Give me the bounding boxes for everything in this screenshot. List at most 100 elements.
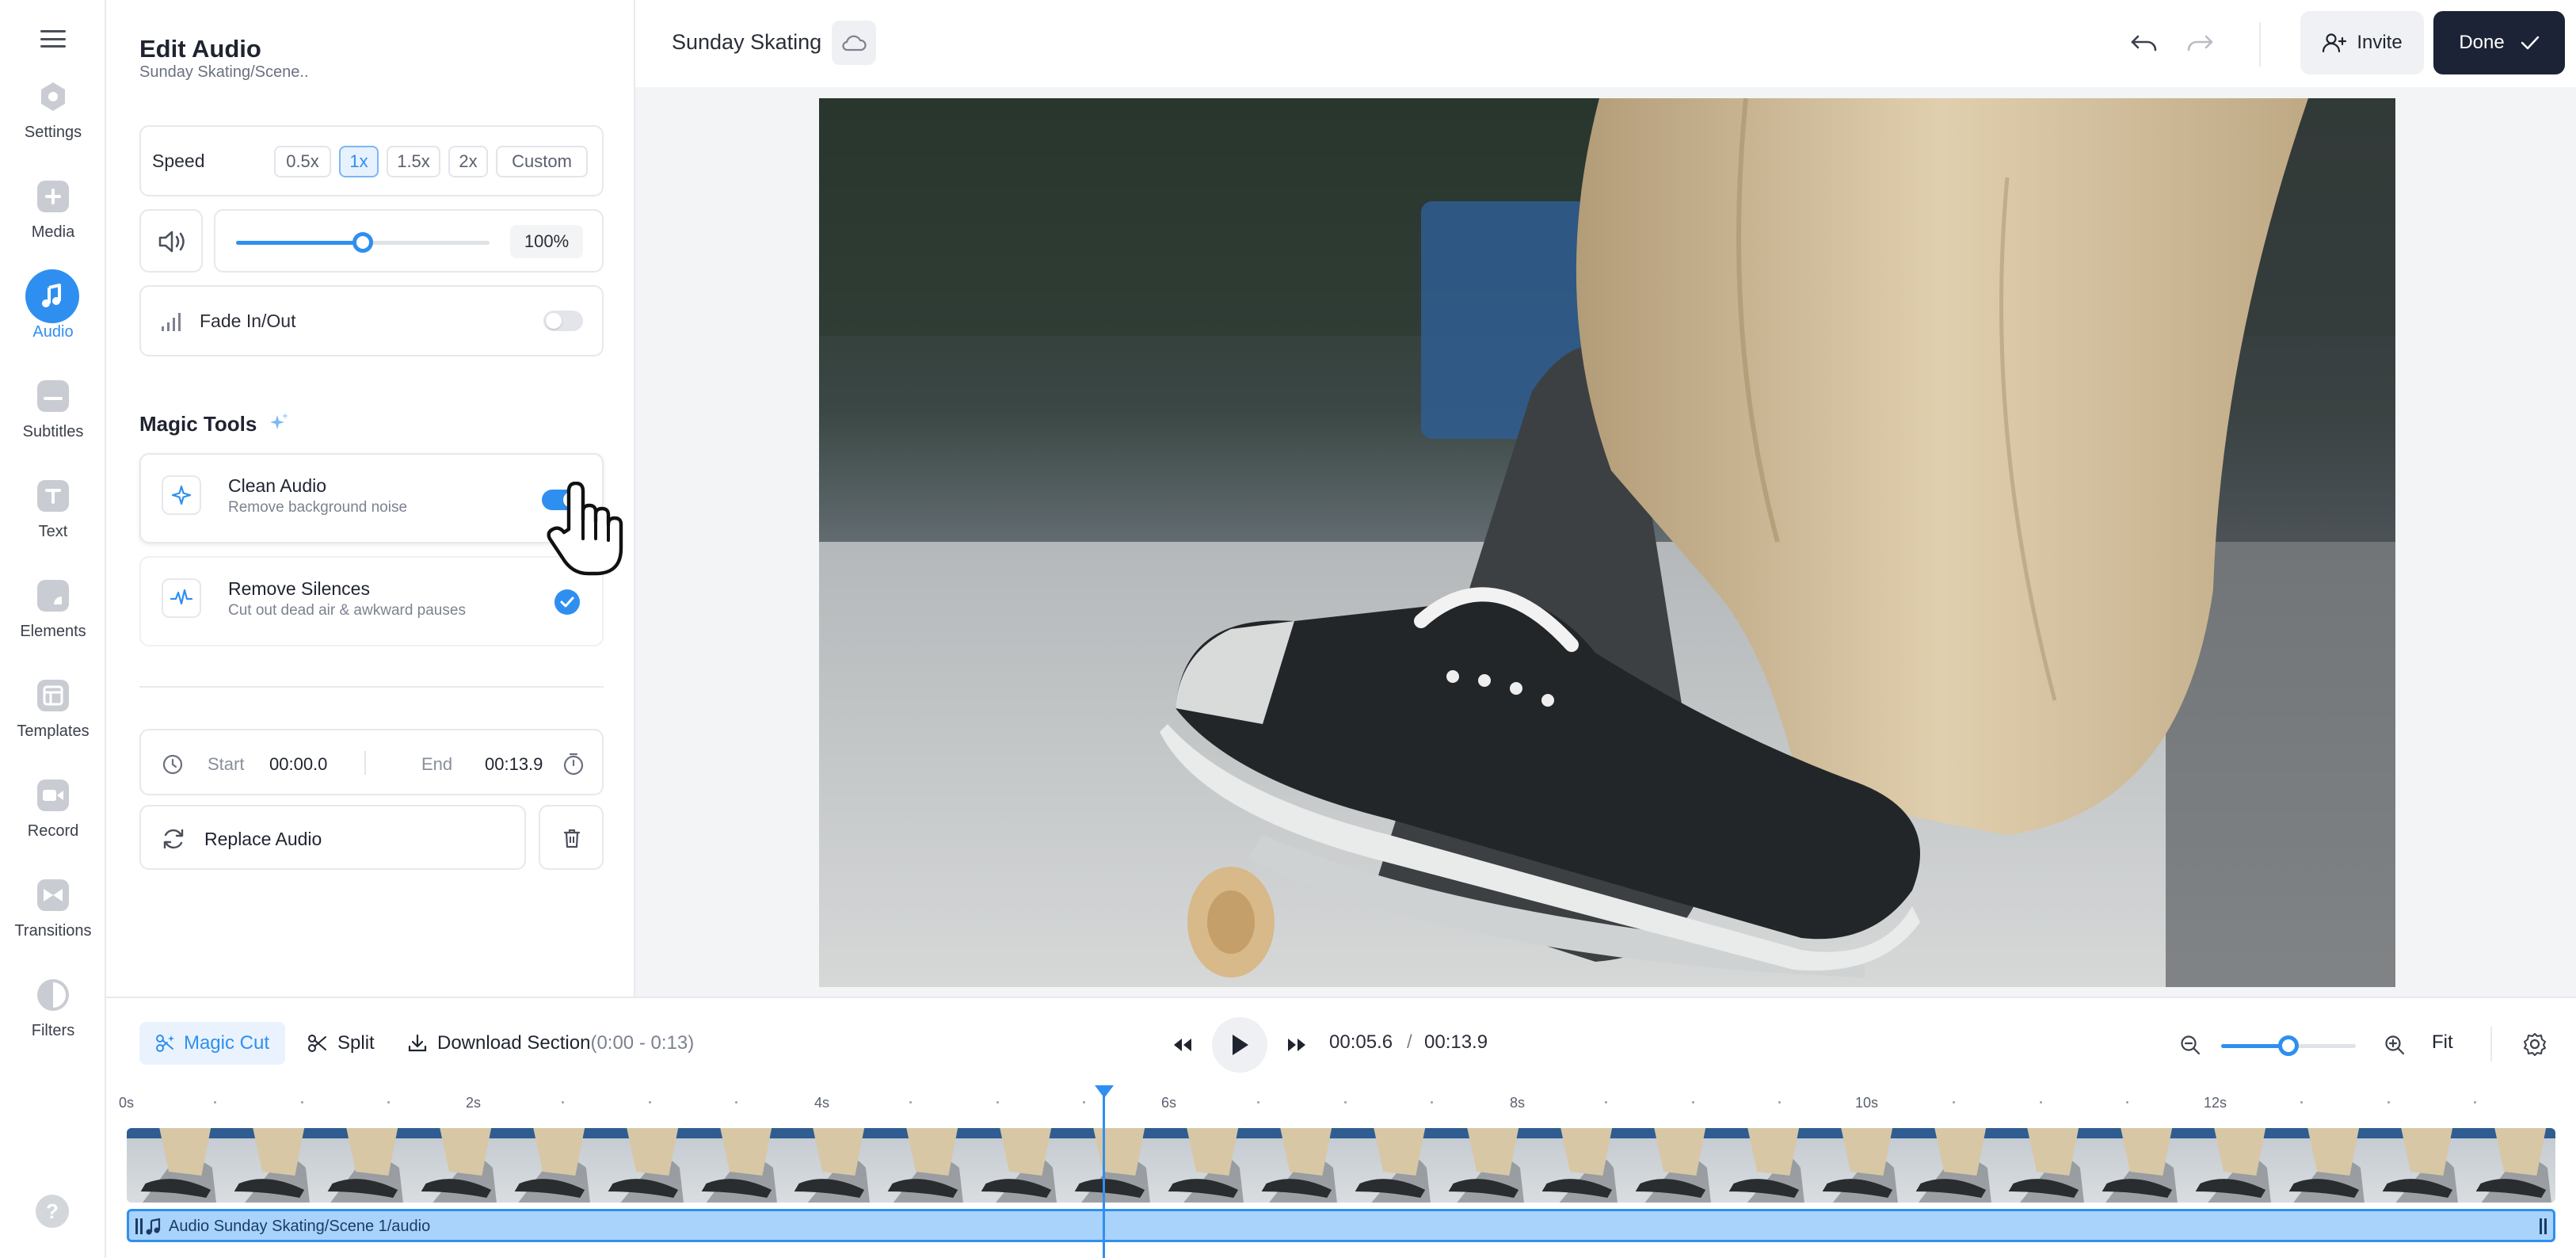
volume-value[interactable]: 100% — [510, 225, 583, 258]
add-user-icon — [2323, 33, 2347, 53]
ruler-tick — [213, 1101, 216, 1104]
volume-slider[interactable] — [236, 232, 490, 253]
play-button[interactable] — [1212, 1017, 1267, 1073]
rail-item-subtitles[interactable]: Subtitles — [0, 377, 106, 464]
speed-option-1-5x[interactable]: 1.5x — [387, 146, 440, 177]
fade-toggle[interactable] — [543, 311, 583, 331]
mute-button[interactable] — [139, 209, 203, 273]
speed-option-custom[interactable]: Custom — [496, 146, 588, 177]
top-bar: Sunday Skating Invite Done — [635, 0, 2576, 87]
start-time-input[interactable]: 00:00.0 — [269, 754, 327, 775]
magic-cut-button[interactable]: Magic Cut — [139, 1022, 285, 1065]
download-section-button[interactable]: Download Section(0:00 - 0:13) — [407, 1022, 694, 1065]
video-thumbnail-frame — [1527, 1128, 1622, 1203]
zoom-slider[interactable] — [2221, 1035, 2356, 1056]
video-thumbnail-frame — [127, 1128, 221, 1203]
split-button[interactable]: Split — [307, 1022, 375, 1065]
ruler-tick — [648, 1101, 651, 1104]
plus-icon — [34, 177, 72, 215]
play-icon — [1233, 1035, 1248, 1055]
tick-label-10s: 10s — [1855, 1095, 1879, 1111]
rewind-icon[interactable] — [1171, 1033, 1195, 1057]
speed-option-1x[interactable]: 1x — [339, 146, 379, 177]
video-thumbnail-frame — [1061, 1128, 1156, 1203]
ruler-tick — [996, 1101, 999, 1104]
undo-icon[interactable] — [2124, 24, 2164, 63]
video-thumbnail-frame — [2088, 1128, 2183, 1203]
left-rail: Settings Media Audio Subtitles Text Elem… — [0, 0, 106, 1258]
zoom-in-icon[interactable] — [2381, 1031, 2408, 1058]
volume-slider-thumb[interactable] — [352, 232, 373, 253]
rail-item-templates[interactable]: Templates — [0, 677, 106, 764]
rail-item-transitions[interactable]: Transitions — [0, 876, 106, 963]
magic-cut-label: Magic Cut — [183, 1032, 270, 1054]
speed-label: Speed — [152, 151, 205, 171]
project-title[interactable]: Sunday Skating — [672, 30, 821, 55]
rail-item-settings[interactable]: Settings — [0, 78, 106, 165]
help-icon[interactable]: ? — [36, 1195, 69, 1228]
ruler-tick — [1691, 1101, 1694, 1104]
video-track[interactable] — [127, 1128, 2555, 1203]
ruler-tick — [1952, 1101, 1955, 1104]
speed-option-2x[interactable]: 2x — [448, 146, 488, 177]
invite-button[interactable]: Invite — [2300, 11, 2424, 74]
speed-card: Speed 0.5x 1x 1.5x 2x Custom — [139, 125, 604, 196]
video-thumbnail-frame — [967, 1128, 1062, 1203]
rail-label: Filters — [31, 1022, 75, 1039]
panel-title: Edit Audio — [139, 35, 261, 63]
video-thumbnail-frame — [2275, 1128, 2370, 1203]
scissors-icon — [308, 1035, 326, 1052]
redo-icon[interactable] — [2180, 24, 2220, 63]
ruler-tick — [2300, 1101, 2303, 1104]
audio-track-handle-icon[interactable] — [2539, 1217, 2548, 1236]
tool-clean-audio[interactable]: Clean Audio Remove background noise — [139, 453, 604, 543]
done-button[interactable]: Done — [2433, 11, 2565, 74]
rail-item-media[interactable]: Media — [0, 177, 106, 265]
rail-label: Media — [31, 223, 75, 241]
fast-forward-icon[interactable] — [1285, 1033, 1309, 1057]
video-thumbnail-frame — [2182, 1128, 2277, 1203]
download-icon — [408, 1034, 427, 1052]
rail-item-text[interactable]: Text — [0, 477, 106, 564]
rail-label: Audio — [32, 323, 74, 341]
audio-track[interactable]: Audio Sunday Skating/Scene 1/audio — [127, 1209, 2555, 1242]
rail-item-record[interactable]: Record — [0, 776, 106, 863]
tick-label-6s: 6s — [1161, 1095, 1177, 1111]
delete-audio-button[interactable] — [539, 805, 604, 870]
text-icon — [34, 477, 72, 515]
video-thumbnail-frame — [1714, 1128, 1809, 1203]
cloud-sync-icon[interactable] — [832, 21, 876, 65]
rail-item-filters[interactable]: Filters — [0, 976, 106, 1063]
preview-stage — [635, 87, 2576, 997]
current-time: 00:05.6 — [1329, 1031, 1393, 1053]
fit-button[interactable]: Fit — [2432, 1031, 2453, 1054]
end-time-input[interactable]: 00:13.9 — [485, 754, 543, 775]
zoom-out-icon[interactable] — [2177, 1031, 2204, 1058]
signal-bars-icon — [162, 313, 181, 331]
video-thumbnail-frame — [687, 1128, 782, 1203]
checkmark-icon[interactable] — [554, 589, 580, 615]
tool-remove-silences[interactable]: Remove Silences Cut out dead air & awkwa… — [139, 556, 604, 646]
timeline-settings-icon[interactable] — [2521, 1030, 2549, 1058]
rail-item-elements[interactable]: Elements — [0, 577, 106, 664]
video-thumbnail-frame — [1901, 1128, 1996, 1203]
ruler-tick — [387, 1101, 391, 1104]
video-thumbnail-frame — [1808, 1128, 1903, 1203]
invite-label: Invite — [2357, 32, 2403, 53]
speed-option-0-5x[interactable]: 0.5x — [274, 146, 331, 177]
ruler-tick — [1431, 1101, 1434, 1104]
panel-subtitle: Sunday Skating/Scene.. — [139, 63, 309, 81]
rail-label: Record — [27, 822, 79, 840]
video-thumbnail-frame — [219, 1128, 314, 1203]
rail-item-audio[interactable]: Audio — [0, 269, 106, 364]
zoom-slider-thumb[interactable] — [2278, 1035, 2299, 1056]
hamburger-menu-icon[interactable] — [37, 27, 69, 51]
rail-label: Text — [38, 523, 68, 540]
video-thumbnail-frame — [780, 1128, 875, 1203]
rail-label: Subtitles — [22, 423, 84, 440]
playhead[interactable] — [1103, 1087, 1105, 1258]
tick-label-0s: 0s — [119, 1095, 135, 1111]
replace-audio-button[interactable]: Replace Audio — [139, 805, 526, 870]
video-preview[interactable] — [819, 98, 2395, 987]
ruler-tick — [2474, 1101, 2477, 1104]
